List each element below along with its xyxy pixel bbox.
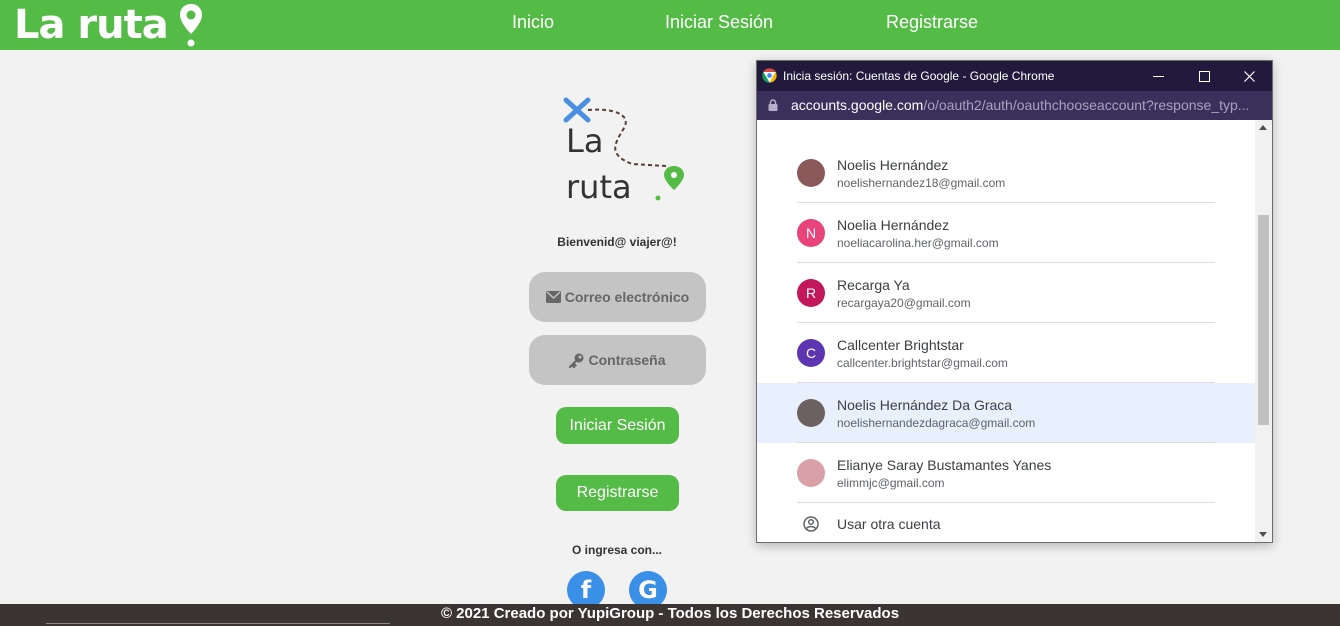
login-button[interactable]: Iniciar Sesión [556,407,679,444]
account-email: recargaya20@gmail.com [837,296,971,310]
key-icon [569,353,584,368]
url-host: accounts.google.com [791,97,924,113]
scrollbar[interactable] [1255,120,1272,542]
account-row[interactable]: R Recarga Ya recargaya20@gmail.com [757,263,1255,323]
scrollbar-thumb[interactable] [1258,215,1269,425]
account-name: Noelia Hernández [837,217,950,233]
footer-divider [46,623,390,624]
avatar: R [797,279,825,307]
social-login-prompt: O ingresa con... [571,543,663,557]
envelope-icon [545,291,561,303]
account-email: noeliacarolina.her@gmail.com [837,236,999,250]
minimize-button[interactable] [1135,61,1181,91]
brand-name: La ruta [14,2,169,48]
account-name: Callcenter Brightstar [837,337,964,353]
password-field[interactable]: Contraseña [529,335,706,385]
brand-logo[interactable]: La ruta [14,0,204,50]
nav-link-inicio[interactable]: Inicio [512,12,554,33]
logo-text-la: La [566,122,604,160]
minimize-icon [1152,75,1164,77]
close-icon [1243,70,1255,82]
location-pin-icon [179,4,202,47]
account-email: callcenter.brightstar@gmail.com [837,356,1008,370]
avatar: C [797,339,825,367]
nav-link-iniciar-sesion[interactable]: Iniciar Sesión [665,12,773,33]
account-name: Recarga Ya [837,277,910,293]
maximize-button[interactable] [1181,61,1227,91]
address-bar[interactable]: accounts.google.com/o/oauth2/auth/oauthc… [757,91,1272,120]
use-other-account-button[interactable]: Usar otra cuenta [757,503,1255,542]
url-text: accounts.google.com/o/oauth2/auth/oauthc… [791,97,1266,113]
account-name: Elianye Saray Bustamantes Yanes [837,457,1052,473]
account-circle-icon [803,516,819,532]
logo-text-ruta: ruta [566,168,632,206]
footer-text: © 2021 Creado por YupiGroup - Todos los … [440,605,900,622]
account-row[interactable]: N Noelia Hernández noeliacarolina.her@gm… [757,203,1255,263]
avatar [797,159,825,187]
account-row-highlighted[interactable]: Noelis Hernández Da Graca noelishernande… [757,383,1255,443]
account-list: Noelis Hernández noelishernandez18@gmail… [757,120,1255,542]
account-name: Noelis Hernández [837,157,949,173]
avatar [797,459,825,487]
email-field[interactable]: Correo electrónico [529,272,706,322]
top-navbar: La ruta Inicio Iniciar Sesión Registrars… [0,0,1340,50]
window-titlebar[interactable]: Inicia sesión: Cuentas de Google - Googl… [757,61,1272,91]
window-title: Inicia sesión: Cuentas de Google - Googl… [783,69,1055,83]
avatar: N [797,219,825,247]
scroll-down-arrow-icon[interactable] [1259,532,1267,537]
account-email: elimmjc@gmail.com [837,476,945,490]
register-button[interactable]: Registrarse [556,475,679,511]
account-name: Noelis Hernández Da Graca [837,397,1013,413]
nav-link-registrarse[interactable]: Registrarse [886,12,978,33]
url-path: /o/oauth2/auth/oauthchooseaccount?respon… [923,97,1250,113]
facebook-icon: f [580,576,592,604]
close-button[interactable] [1226,61,1272,91]
account-row[interactable]: Noelis Hernández noelishernandez18@gmail… [757,143,1255,203]
email-placeholder: Correo electrónico [564,289,690,305]
chrome-icon [762,68,777,83]
welcome-text: Bienvenid@ viajer@! [557,235,677,249]
lock-icon [768,99,778,111]
avatar [797,399,825,427]
account-row[interactable]: Elianye Saray Bustamantes Yanes elimmjc@… [757,443,1255,503]
google-icon: G [638,576,658,604]
la-ruta-logo: La ruta [562,96,690,208]
scroll-up-arrow-icon[interactable] [1259,125,1267,130]
maximize-icon [1198,70,1210,82]
google-signin-popup: Inicia sesión: Cuentas de Google - Googl… [756,60,1273,543]
account-email: noelishernandezdagraca@gmail.com [837,416,1036,430]
password-placeholder: Contraseña [588,352,666,368]
account-email: noelishernandez18@gmail.com [837,176,1006,190]
account-row[interactable]: C Callcenter Brightstar callcenter.brigh… [757,323,1255,383]
use-other-account-label: Usar otra cuenta [837,516,941,532]
